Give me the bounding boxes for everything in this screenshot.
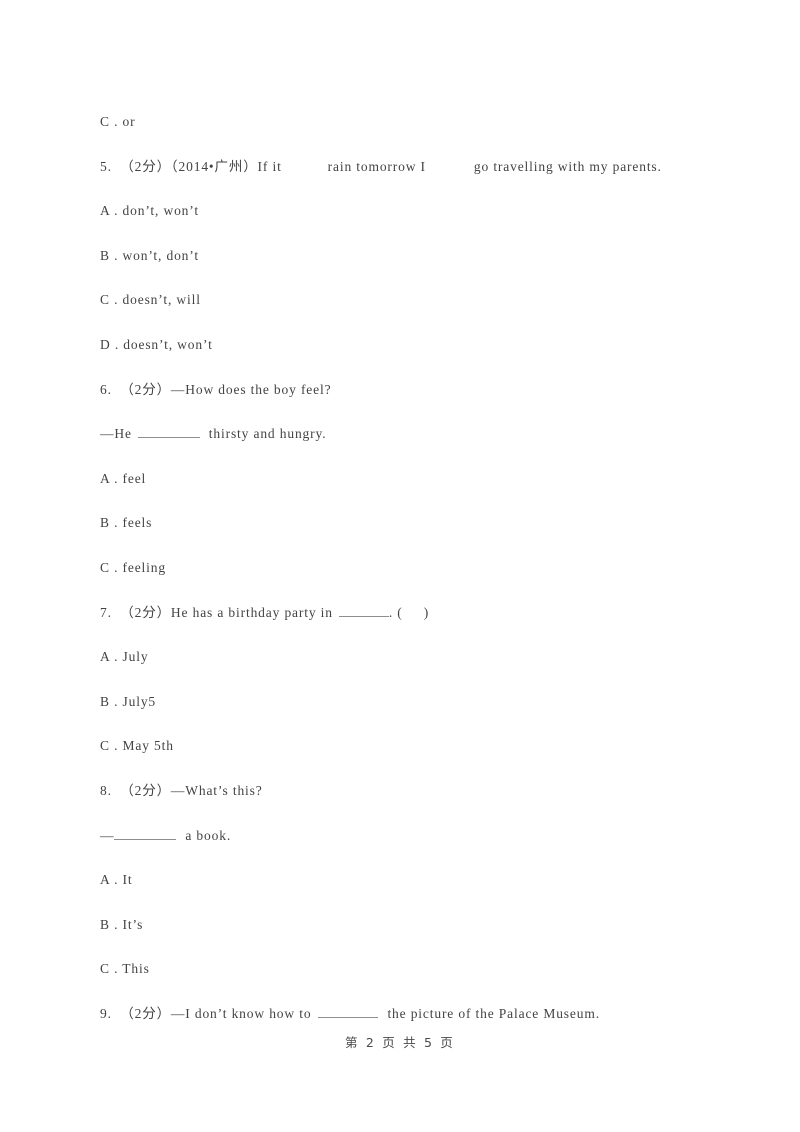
option-8b-text: B . It’s	[100, 916, 144, 932]
option-8c-text: C . This	[100, 961, 150, 977]
question-8-blank	[114, 827, 177, 840]
question-6-answer-suffix: thirsty and hungry.	[208, 426, 327, 442]
exam-content: C . or 5. （2分）（2014•广州）If it rain tomorro…	[100, 100, 720, 1036]
question-9-suffix: the picture of the Palace Museum.	[387, 1005, 600, 1021]
option-line-7a: A . July	[100, 635, 720, 680]
option-5b-text: B . won’t, don’t	[100, 247, 199, 263]
option-line-6c: C . feeling	[100, 546, 720, 591]
page-footer: 第 2 页 共 5 页	[0, 1032, 800, 1051]
question-7-stem: 7. （2分）He has a birthday party in . ( )	[100, 591, 720, 636]
option-8a-text: A . It	[100, 872, 133, 888]
question-9-blank	[318, 1006, 379, 1018]
question-6-blank	[137, 426, 200, 439]
option-line-8a: A . It	[100, 858, 720, 903]
option-line-7b: B . July5	[100, 680, 720, 725]
question-7-prefix: 7. （2分）He has a birthday party in	[100, 604, 333, 620]
question-7-blank	[338, 604, 389, 617]
option-line-5d: D . doesn’t, won’t	[100, 323, 720, 368]
option-5c-text: C . doesn’t, will	[100, 292, 201, 308]
option-line-5a: A . don’t, won’t	[100, 189, 720, 234]
option-7b-text: B . July5	[100, 693, 157, 709]
option-line-8c: C . This	[100, 947, 720, 992]
option-7c-text: C . May 5th	[100, 738, 174, 754]
option-4c-text: C . or	[100, 114, 136, 129]
question-5-suffix: go travelling with my parents.	[473, 158, 662, 174]
option-line-6b: B . feels	[100, 501, 720, 546]
option-6b-text: B . feels	[100, 515, 153, 531]
option-line-5b: B . won’t, don’t	[100, 234, 720, 279]
question-6-text: 6. （2分）—How does the boy feel?	[100, 381, 332, 397]
question-7-suffix: . ( )	[388, 604, 430, 620]
option-line-6a: A . feel	[100, 457, 720, 502]
question-6-answer-prefix: —He	[100, 426, 132, 442]
question-5-stem: 5. （2分）（2014•广州）If it rain tomorrow I go t…	[100, 145, 720, 190]
question-9-stem: 9. （2分）—I don’t know how to the picture o…	[100, 992, 720, 1037]
option-6c-text: C . feeling	[100, 559, 166, 575]
question-8-answer-suffix: a book.	[185, 827, 232, 843]
question-5-middle: rain tomorrow I	[327, 158, 426, 174]
page-footer-text: 第 2 页 共 5 页	[345, 1035, 455, 1050]
option-line-5c: C . doesn’t, will	[100, 278, 720, 323]
option-line-7c: C . May 5th	[100, 724, 720, 769]
exam-page: C . or 5. （2分）（2014•广州）If it rain tomorro…	[0, 0, 800, 1132]
option-6a-text: A . feel	[100, 470, 147, 486]
question-8-stem: 8. （2分）—What’s this?	[100, 769, 720, 814]
option-5a-text: A . don’t, won’t	[100, 203, 199, 219]
question-8-answer-prefix: —	[100, 827, 115, 843]
question-6-stem-continued: —He thirsty and hungry.	[100, 412, 720, 457]
question-9-prefix: 9. （2分）—I don’t know how to	[100, 1005, 312, 1021]
option-5d-text: D . doesn’t, won’t	[100, 336, 213, 352]
option-7a-text: A . July	[100, 649, 149, 665]
option-line-4c: C . or	[100, 100, 720, 145]
question-5-prefix: 5. （2分）（2014•广州）If it	[100, 158, 282, 174]
question-6-stem: 6. （2分）—How does the boy feel?	[100, 368, 720, 413]
question-8-stem-continued: — a book.	[100, 814, 720, 859]
question-8-text: 8. （2分）—What’s this?	[100, 782, 263, 798]
option-line-8b: B . It’s	[100, 903, 720, 948]
